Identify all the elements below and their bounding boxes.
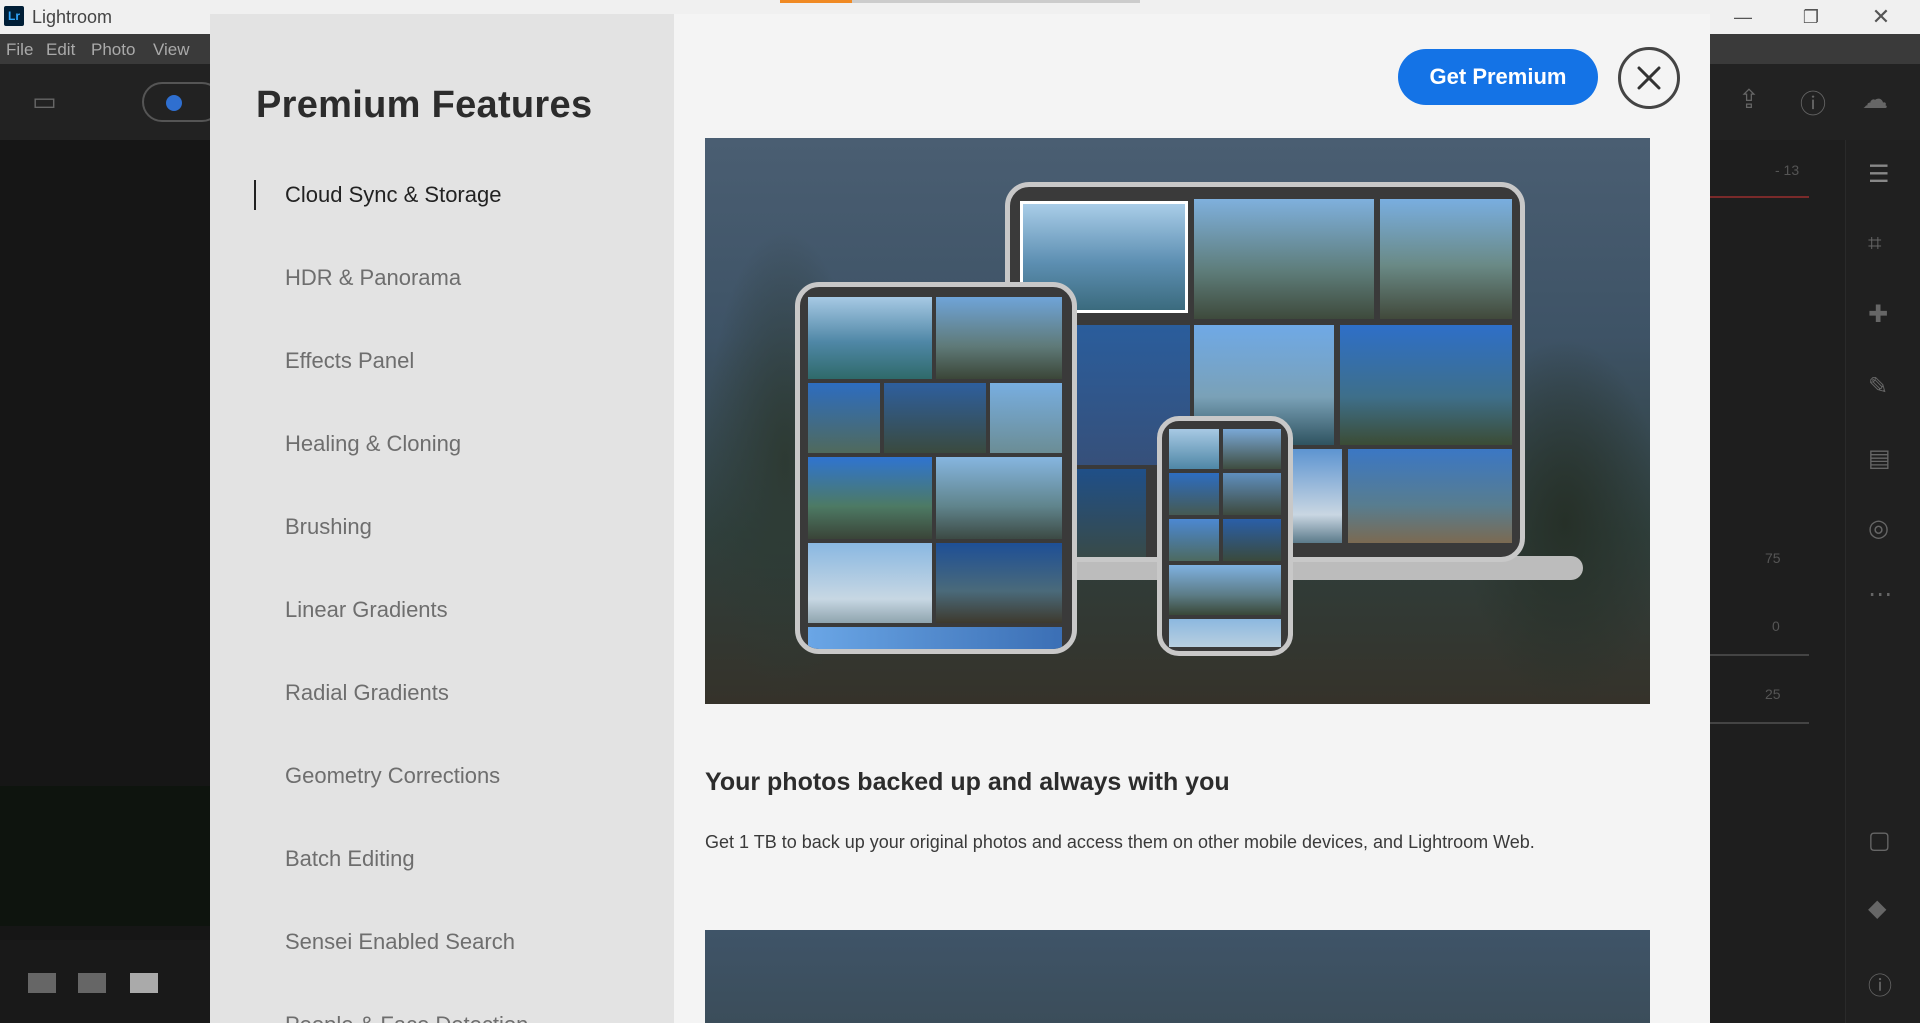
background-tool-rail: ☰ ⌗ ✚ ✎ ▤ ◎ ⋯ ▢ ◆ ⓘ	[1845, 140, 1920, 1023]
close-icon	[1637, 66, 1661, 90]
premium-features-dialog: Premium Features Cloud Sync & Storage HD…	[210, 14, 1710, 1023]
dialog-title: Premium Features	[256, 84, 593, 126]
feature-linear-gradients[interactable]: Linear Gradients	[285, 597, 448, 623]
cloud-sync-illustration	[705, 138, 1650, 704]
window-close-button[interactable]: ✕	[1858, 4, 1904, 30]
brush-icon: ✎	[1868, 373, 1889, 400]
feature-radial-gradients[interactable]: Radial Gradients	[285, 680, 449, 706]
healing-icon: ✚	[1868, 301, 1889, 328]
cloud-icon: ☁	[1862, 84, 1888, 114]
bg-value: 75	[1765, 550, 1781, 566]
menu-edit[interactable]: Edit	[46, 40, 75, 60]
next-feature-illustration	[705, 930, 1650, 1023]
active-item-indicator	[254, 180, 256, 210]
feature-people-face-detection[interactable]: People & Face Detection	[285, 1012, 528, 1023]
bg-value: 25	[1765, 686, 1781, 702]
get-premium-button[interactable]: Get Premium	[1398, 49, 1598, 105]
minimize-button[interactable]: —	[1720, 4, 1766, 30]
feature-effects-panel[interactable]: Effects Panel	[285, 348, 414, 374]
feature-batch-editing[interactable]: Batch Editing	[285, 846, 415, 872]
restore-button[interactable]: ❐	[1788, 4, 1834, 30]
star-icon	[166, 95, 182, 111]
info-icon: ⓘ	[1868, 973, 1892, 1000]
feature-cloud-sync[interactable]: Cloud Sync & Storage	[285, 182, 501, 208]
feature-geometry-corrections[interactable]: Geometry Corrections	[285, 763, 500, 789]
phone	[1157, 416, 1293, 656]
feature-sensei-search[interactable]: Sensei Enabled Search	[285, 929, 515, 955]
feature-description: Get 1 TB to back up your original photos…	[705, 832, 1535, 852]
edit-icon: ☰	[1868, 161, 1890, 188]
bg-value: 0	[1772, 618, 1780, 634]
feature-headline: Your photos backed up and always with yo…	[705, 768, 1230, 796]
sync-progress-bar	[780, 0, 1140, 3]
crop-icon: ⌗	[1868, 230, 1882, 257]
radial-gradient-icon: ◎	[1868, 515, 1889, 542]
menu-photo[interactable]: Photo	[91, 40, 135, 60]
feature-content: Get Premium Your photos backed up and al…	[674, 14, 1710, 1023]
square-grid-view-icon	[78, 973, 106, 993]
app-title: Lightroom	[32, 7, 113, 27]
more-icon: ⋯	[1868, 581, 1892, 608]
menu-view[interactable]: View	[153, 40, 190, 60]
feature-healing-cloning[interactable]: Healing & Cloning	[285, 431, 461, 457]
feature-hdr-panorama[interactable]: HDR & Panorama	[285, 265, 461, 291]
panel-toggle-icon: ▭	[32, 86, 57, 116]
linear-gradient-icon: ▤	[1868, 445, 1891, 472]
tag-icon: ◆	[1868, 895, 1887, 922]
lightroom-logo-icon: Lr	[4, 6, 24, 26]
features-sidebar: Premium Features Cloud Sync & Storage HD…	[210, 14, 674, 1023]
close-dialog-button[interactable]	[1618, 47, 1680, 109]
tablet	[795, 282, 1077, 654]
help-icon: ⓘ	[1800, 89, 1827, 119]
feature-brushing[interactable]: Brushing	[285, 514, 372, 540]
bg-value: - 13	[1775, 162, 1800, 178]
background-filmstrip	[0, 786, 210, 926]
share-icon: ⇪	[1738, 84, 1760, 114]
grid-view-icon	[28, 973, 56, 993]
menu-file[interactable]: File	[6, 40, 33, 60]
detail-view-icon	[130, 973, 158, 993]
comment-icon: ▢	[1868, 827, 1891, 854]
